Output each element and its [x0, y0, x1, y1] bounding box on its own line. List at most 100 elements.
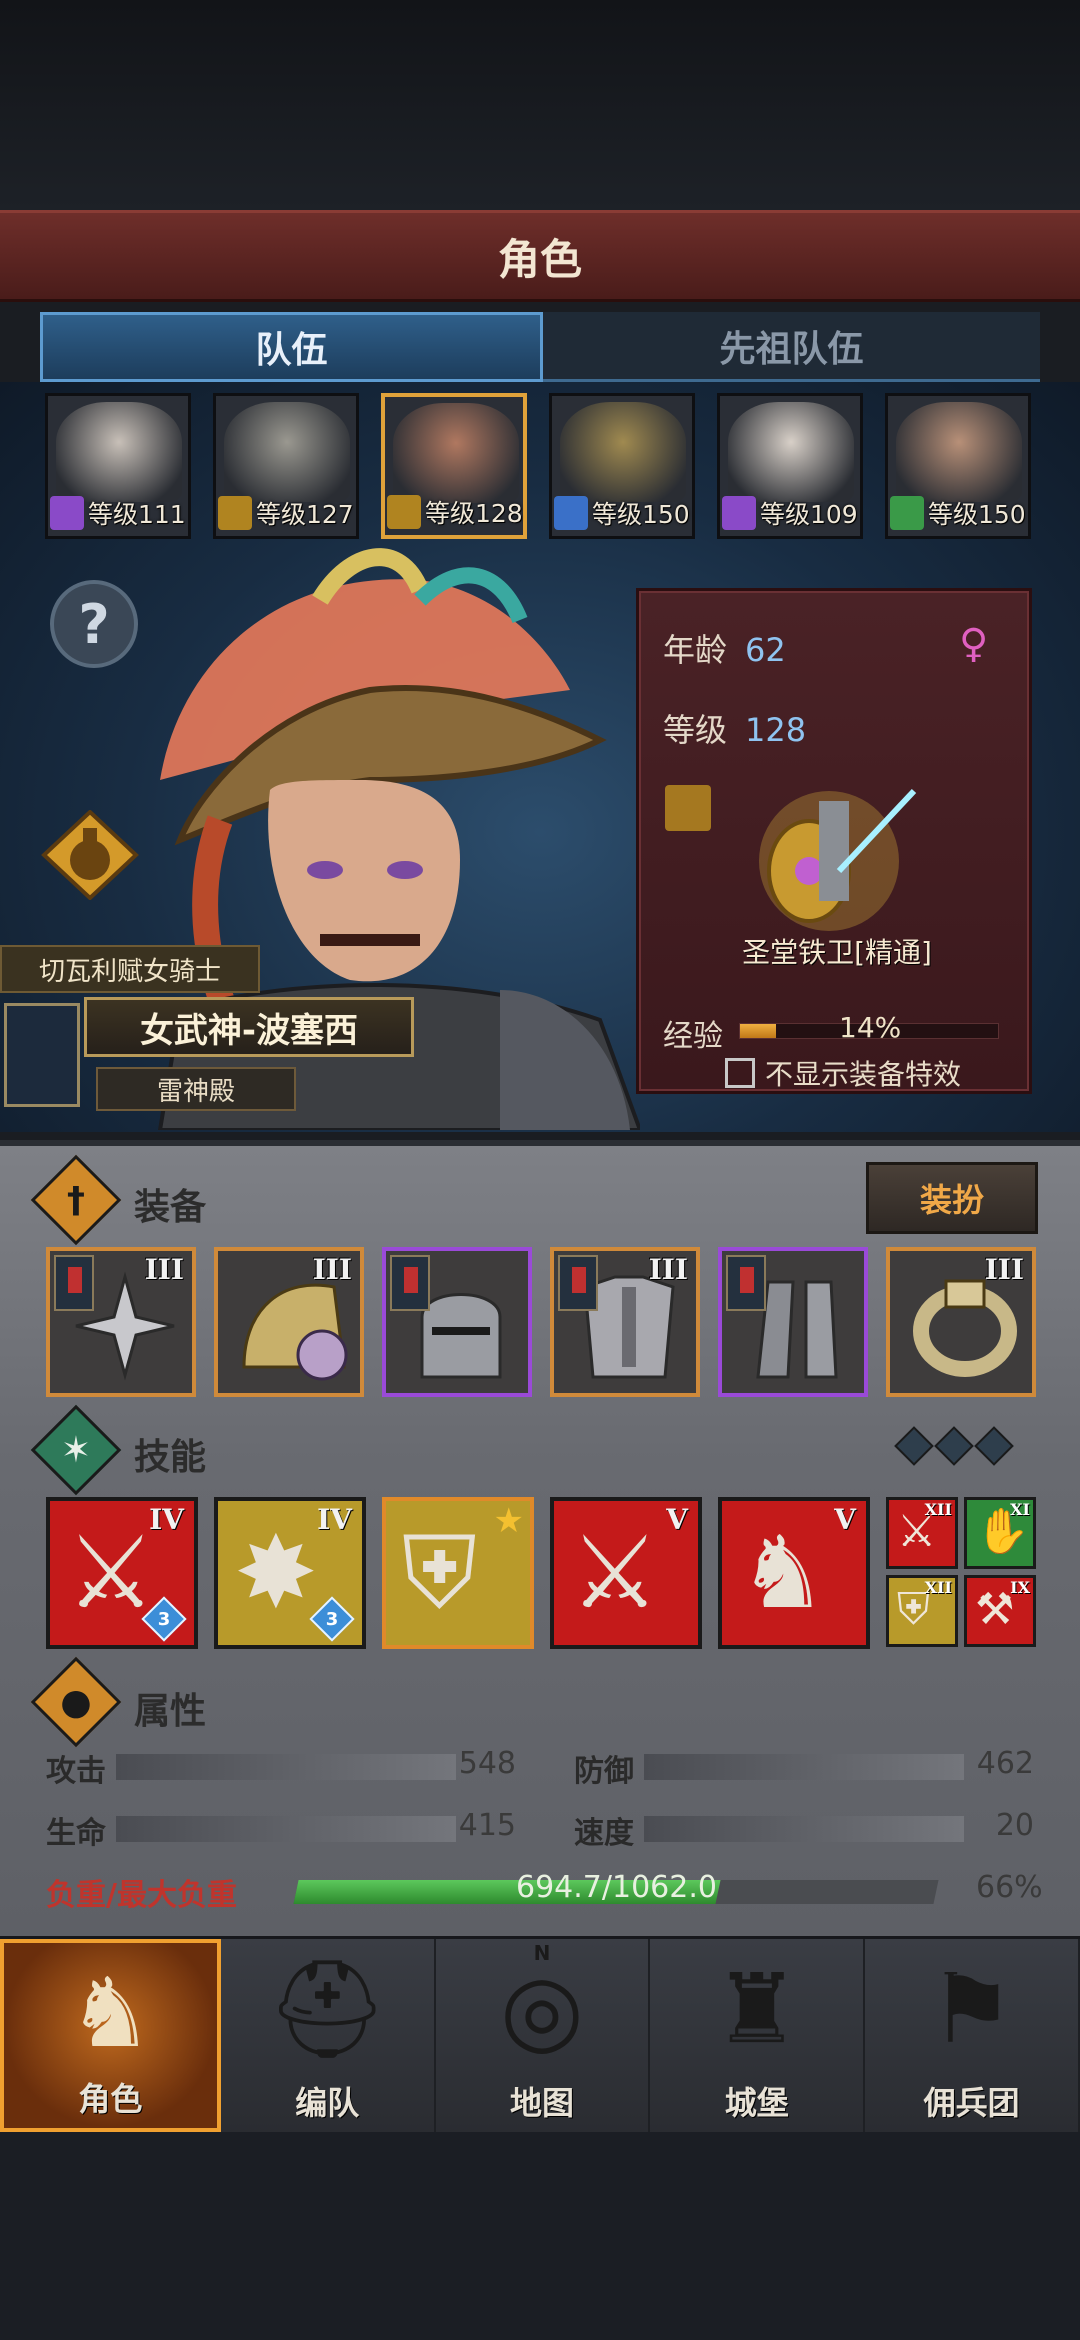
skill-icon: ✸ [234, 1514, 318, 1631]
hero-title: 切瓦利赋女骑士 [0, 945, 260, 993]
hero-avatar [393, 403, 519, 503]
skill-tier: V [666, 1503, 688, 1536]
equipment-section-title: 装备 [134, 1187, 207, 1228]
hero-roster: 等级111 等级127 等级128 等级150 等级109 等级150 [45, 393, 1045, 543]
tab-team[interactable]: 队伍 [40, 312, 543, 382]
hero-level: 等级127 [256, 500, 354, 529]
skill-page-indicator [894, 1426, 1014, 1466]
hero-name[interactable]: 女武神-波塞西 [84, 997, 414, 1057]
hero-level: 等级128 [425, 499, 523, 528]
hero-level: 等级150 [592, 500, 690, 529]
hero-info-panel: 年龄 62 ♀ 等级 128 圣堂铁卫[精通] 经验 14% 不显示装备特效 [636, 588, 1032, 1094]
age-label: 年龄 [663, 631, 728, 669]
skill-icon: ⚔ [570, 1514, 660, 1631]
nav-helmet[interactable]: ⛑ 编队 [221, 1939, 436, 2132]
star-icon: ★ [493, 1501, 524, 1541]
banner-icon [558, 1255, 598, 1311]
class-name: 圣堂铁卫[精通] [742, 936, 932, 969]
hide-effects-toggle[interactable]: 不显示装备特效 [725, 1053, 961, 1093]
knight-icon: ♞ [67, 1957, 154, 2069]
skill-icon: ⚔ [66, 1514, 156, 1631]
skills-section-title: 技能 [134, 1437, 207, 1478]
skill-tier: IV [317, 1503, 352, 1536]
nav-castle[interactable]: ♜ 城堡 [650, 1939, 866, 2132]
nav-knight[interactable]: ♞ 角色 [0, 1939, 221, 2132]
passive-skill-tier: XI [1010, 1500, 1030, 1519]
top-status-area [0, 0, 1080, 210]
hero-slot[interactable]: 等级128 [381, 393, 527, 539]
skill-slot[interactable]: ⚔ V [550, 1497, 702, 1649]
speed-value: 20 [995, 1808, 1034, 1843]
exp-percent: 14% [839, 1011, 902, 1044]
female-icon: ♀ [959, 621, 989, 667]
skill-slot[interactable]: ⚔ IV 3 [46, 1497, 198, 1649]
class-icon [387, 495, 421, 529]
skill-slot[interactable]: ✸ IV 3 [214, 1497, 366, 1649]
class-icon [890, 496, 924, 530]
equipment-slot-plate-armor[interactable]: III [550, 1247, 700, 1397]
hero-slot[interactable]: 等级111 [45, 393, 191, 539]
equipment-tier: III [144, 1253, 184, 1286]
hero-slot[interactable]: 等级109 [717, 393, 863, 539]
passive-skill-slot[interactable]: ⛨ XII [886, 1575, 958, 1647]
class-icon [50, 496, 84, 530]
passive-skill-slot[interactable]: ⚔ XII [886, 1497, 958, 1569]
class-badge-icon [665, 785, 711, 831]
hero-slot[interactable]: 等级150 [885, 393, 1031, 539]
equipment-slot-greaves[interactable] [718, 1247, 868, 1397]
team-tabs: 队伍 先祖队伍 [40, 312, 1040, 382]
passive-skill-slot[interactable]: ✋ XI [964, 1497, 1036, 1569]
nav-label: 编队 [295, 2084, 360, 2122]
castle-icon: ♜ [713, 1953, 800, 2065]
nav-compass-map[interactable]: ◎ N 地图 [436, 1939, 651, 2132]
equipment-tier: III [312, 1253, 352, 1286]
hero-slot[interactable]: 等级127 [213, 393, 359, 539]
nav-label: 佣兵团 [923, 2084, 1020, 2122]
load-row: 负重/最大负重 694.7/1062.0 66% [46, 1870, 1046, 1914]
equipment-slot-knight-helmet[interactable] [382, 1247, 532, 1397]
attack-stat: 攻击 548 [46, 1746, 516, 1789]
skill-icon: ♞ [738, 1514, 828, 1631]
defense-value: 462 [976, 1746, 1034, 1781]
attack-label: 攻击 [46, 1754, 106, 1789]
hide-effects-checkbox[interactable] [725, 1058, 755, 1088]
passive-skill-icon: ⚒ [975, 1584, 1015, 1635]
hero-avatar [896, 402, 1022, 502]
skill-slot[interactable]: ⛨ ★ [382, 1497, 534, 1649]
tab-ancestor-team[interactable]: 先祖队伍 [543, 312, 1040, 382]
age-row: 年龄 62 [663, 625, 786, 671]
attack-value: 548 [458, 1746, 516, 1781]
equipment-slot-cross-shuriken[interactable]: III [46, 1247, 196, 1397]
skill-tier: V [834, 1503, 856, 1536]
hp-label: 生命 [46, 1816, 106, 1851]
passive-skill-tier: XII [924, 1500, 952, 1519]
load-percent: 66% [976, 1870, 1043, 1905]
skill-icon: ⛨ [402, 1514, 477, 1631]
level-row: 等级 128 [663, 705, 806, 751]
hero-level: 等级109 [760, 500, 858, 529]
passive-skill-tier: IX [1010, 1578, 1030, 1597]
class-icon [722, 496, 756, 530]
hero-slot[interactable]: 等级150 [549, 393, 695, 539]
exp-label: 经验 [663, 1019, 723, 1054]
hero-temple: 雷神殿 [96, 1067, 296, 1111]
passive-skill-slot[interactable]: ⚒ IX [964, 1575, 1036, 1647]
equipment-tier: III [984, 1253, 1024, 1286]
helmet-icon: ⛑ [266, 1953, 389, 2065]
equipment-slot-ring[interactable]: III [886, 1247, 1036, 1397]
class-knight-icon[interactable] [739, 761, 919, 951]
load-value: 694.7/1062.0 [516, 1870, 717, 1905]
equipment-slot-gold-shoulder-armor[interactable]: III [214, 1247, 364, 1397]
hero-avatar [224, 402, 350, 502]
exp-fill [740, 1024, 777, 1038]
nav-mercenary[interactable]: ⚑ 佣兵团 [865, 1939, 1080, 2132]
system-bottom-area [0, 2132, 1080, 2340]
equipment-tier: III [648, 1253, 688, 1286]
dress-up-button[interactable]: 装扮 [866, 1162, 1038, 1234]
hero-avatar [728, 402, 854, 502]
banner-icon [390, 1255, 430, 1311]
class-icon [554, 496, 588, 530]
load-label: 负重/最大负重 [46, 1878, 237, 1913]
skill-slot[interactable]: ♞ V [718, 1497, 870, 1649]
compass-map-icon: ◎ [500, 1953, 584, 2065]
